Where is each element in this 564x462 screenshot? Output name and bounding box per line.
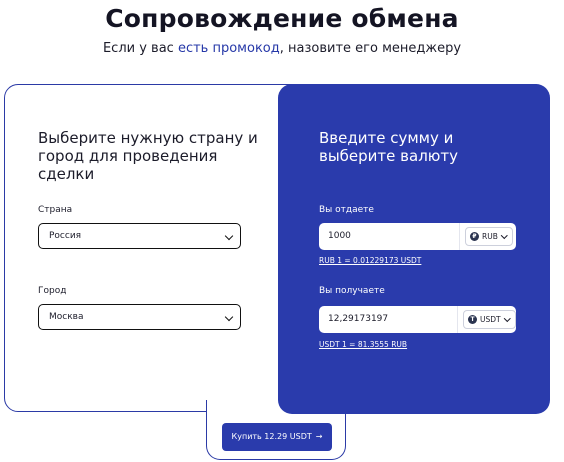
page-title: Сопровождение обмена [105,4,459,33]
give-label: Вы отдаете [319,205,374,215]
give-currency-code: RUB [482,232,498,241]
city-label: Город [38,286,67,296]
chevron-down-icon [504,315,511,322]
give-currency-select[interactable]: ₽ RUB [459,223,516,250]
give-amount-input[interactable]: 1000 [319,223,469,250]
receive-currency-code: USDT [480,315,501,324]
city-select[interactable]: Москва [38,304,241,330]
ruble-coin-icon: ₽ [470,232,479,241]
receive-rate: USDT 1 = 81.3555 RUB [319,340,408,349]
chevron-down-icon [224,231,234,241]
receive-label: Вы получаете [319,286,385,296]
buy-button[interactable]: Купить 12.29 USDT → [222,423,332,451]
subtitle-text-after: , назовите его менеджеру [279,41,462,56]
country-select[interactable]: Россия [38,223,241,249]
receive-currency-select[interactable]: T USDT [457,306,516,333]
location-heading: Выберите нужную страну и город для прове… [38,129,258,183]
buy-button-label: Купить 12.29 USDT [231,432,312,441]
promo-code-link[interactable]: есть промокод [178,41,280,56]
receive-currency-button[interactable]: T USDT [463,310,516,329]
subtitle-text-before: Если у вас [102,41,178,56]
give-currency-button[interactable]: ₽ RUB [465,227,513,246]
receive-amount-input[interactable]: 12,29173197 [319,306,469,333]
chevron-down-icon [501,232,508,239]
page-subtitle: Если у вас есть промокод, назовите его м… [0,41,564,56]
country-value: Россия [49,231,82,241]
chevron-down-icon [224,312,234,322]
country-label: Страна [38,205,73,215]
arrow-right-icon: → [315,432,323,441]
give-rate: RUB 1 = 0.01229173 USDT [319,256,422,265]
tether-coin-icon: T [468,315,477,324]
city-value: Москва [49,312,84,322]
exchange-heading: Введите сумму и выберите валюту [319,129,459,165]
